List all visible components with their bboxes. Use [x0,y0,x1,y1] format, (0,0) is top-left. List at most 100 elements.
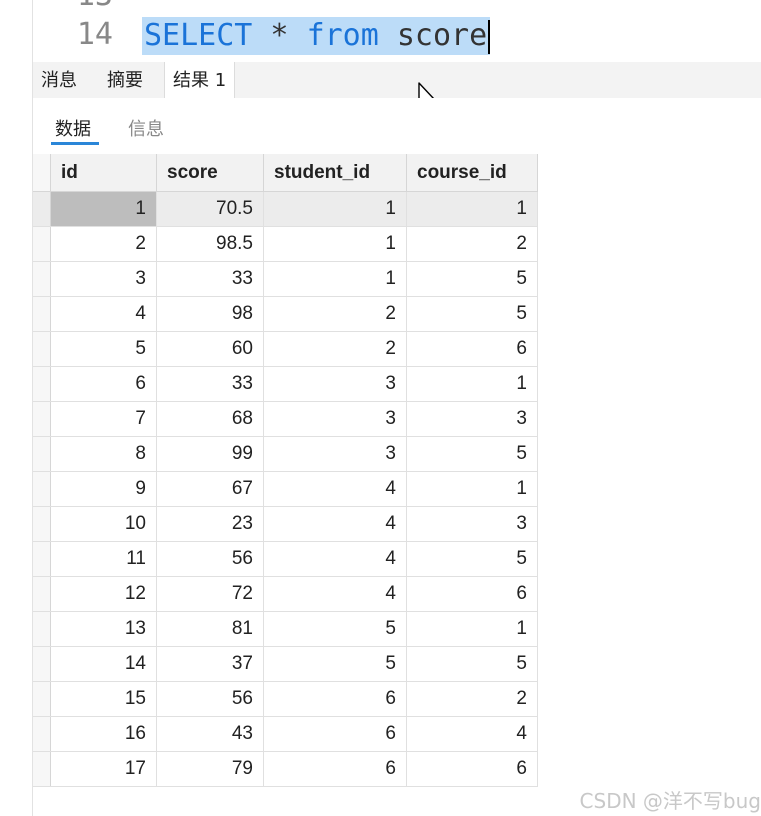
column-header[interactable]: score [156,154,264,192]
row-header[interactable] [33,576,51,612]
subtab-data[interactable]: 数据 [55,115,91,141]
row-header[interactable] [33,366,51,402]
row-header[interactable] [33,261,51,297]
column-header[interactable]: id [50,154,157,192]
table-cell[interactable]: 12 [50,576,157,612]
table-cell[interactable]: 2 [406,226,538,262]
table-cell[interactable]: 3 [406,506,538,542]
table-cell[interactable]: 99 [156,436,264,472]
table-cell[interactable]: 6 [406,576,538,612]
table-row[interactable]: 16 43 6 4 [33,716,538,752]
table-cell[interactable]: 5 [263,646,407,682]
table-cell[interactable]: 15 [50,681,157,717]
table-cell[interactable]: 1 [406,366,538,402]
table-cell[interactable]: 70.5 [156,191,264,227]
table-row[interactable]: 15 56 6 2 [33,681,538,717]
table-row[interactable]: 17 79 6 6 [33,751,538,787]
table-cell[interactable]: 1 [50,191,157,227]
table-cell[interactable]: 33 [156,366,264,402]
table-row[interactable]: 13 81 5 1 [33,611,538,647]
table-row[interactable]: 9 67 4 1 [33,471,538,507]
row-header[interactable] [33,331,51,367]
tab-result-1[interactable]: 结果 1 [164,62,236,99]
table-cell[interactable]: 1 [406,191,538,227]
table-cell[interactable]: 37 [156,646,264,682]
row-header[interactable] [33,226,51,262]
table-cell[interactable]: 2 [50,226,157,262]
table-cell[interactable]: 4 [50,296,157,332]
table-cell[interactable]: 67 [156,471,264,507]
table-cell[interactable]: 23 [156,506,264,542]
table-cell[interactable]: 79 [156,751,264,787]
table-cell[interactable]: 6 [50,366,157,402]
table-row[interactable]: 7 68 3 3 [33,401,538,437]
table-cell[interactable]: 72 [156,576,264,612]
table-row[interactable]: 8 99 3 5 [33,436,538,472]
table-cell[interactable]: 1 [263,261,407,297]
table-cell[interactable]: 68 [156,401,264,437]
table-cell[interactable]: 5 [406,296,538,332]
table-cell[interactable]: 6 [263,751,407,787]
table-cell[interactable]: 2 [406,681,538,717]
table-cell[interactable]: 16 [50,716,157,752]
table-cell[interactable]: 6 [406,751,538,787]
table-cell[interactable]: 1 [263,226,407,262]
table-cell[interactable]: 4 [263,506,407,542]
row-header[interactable] [33,401,51,437]
table-cell[interactable]: 33 [156,261,264,297]
table-cell[interactable]: 56 [156,541,264,577]
table-cell[interactable]: 3 [50,261,157,297]
table-cell[interactable]: 10 [50,506,157,542]
table-cell[interactable]: 8 [50,436,157,472]
table-cell[interactable]: 3 [406,401,538,437]
table-cell[interactable]: 3 [263,366,407,402]
sql-editor[interactable]: 13 14 SELECT * from score [33,0,761,62]
table-cell[interactable]: 5 [406,261,538,297]
table-cell[interactable]: 14 [50,646,157,682]
table-cell[interactable]: 3 [263,401,407,437]
table-row[interactable]: 2 98.5 1 2 [33,226,538,262]
table-row[interactable]: 4 98 2 5 [33,296,538,332]
row-header[interactable] [33,646,51,682]
table-cell[interactable]: 2 [263,296,407,332]
table-cell[interactable]: 3 [263,436,407,472]
table-cell[interactable]: 11 [50,541,157,577]
row-header[interactable] [33,436,51,472]
table-row[interactable]: 11 56 4 5 [33,541,538,577]
table-cell[interactable]: 6 [263,716,407,752]
table-cell[interactable]: 4 [406,716,538,752]
row-header[interactable] [33,506,51,542]
table-row[interactable]: 1 70.5 1 1 [33,191,538,227]
table-cell[interactable]: 5 [50,331,157,367]
row-header[interactable] [33,191,51,227]
table-cell[interactable]: 60 [156,331,264,367]
row-header[interactable] [33,751,51,787]
subtab-info[interactable]: 信息 [128,115,164,141]
table-cell[interactable]: 5 [263,611,407,647]
tab-messages[interactable]: 消息 [33,62,85,98]
row-header[interactable] [33,611,51,647]
table-row[interactable]: 6 33 3 1 [33,366,538,402]
row-header[interactable] [33,716,51,752]
row-header[interactable] [33,296,51,332]
table-cell[interactable]: 4 [263,576,407,612]
table-cell[interactable]: 98.5 [156,226,264,262]
tab-summary[interactable]: 摘要 [99,62,151,98]
table-cell[interactable]: 17 [50,751,157,787]
table-cell[interactable]: 98 [156,296,264,332]
table-cell[interactable]: 43 [156,716,264,752]
table-cell[interactable]: 6 [406,331,538,367]
table-cell[interactable]: 13 [50,611,157,647]
table-row[interactable]: 10 23 4 3 [33,506,538,542]
table-cell[interactable]: 4 [263,541,407,577]
table-cell[interactable]: 2 [263,331,407,367]
column-header[interactable]: student_id [263,154,407,192]
table-cell[interactable]: 81 [156,611,264,647]
table-row[interactable]: 12 72 4 6 [33,576,538,612]
table-row[interactable]: 3 33 1 5 [33,261,538,297]
table-row[interactable]: 5 60 2 6 [33,331,538,367]
code-line[interactable]: SELECT * from score [142,17,491,55]
table-cell[interactable]: 1 [263,191,407,227]
row-header[interactable] [33,471,51,507]
table-cell[interactable]: 5 [406,541,538,577]
